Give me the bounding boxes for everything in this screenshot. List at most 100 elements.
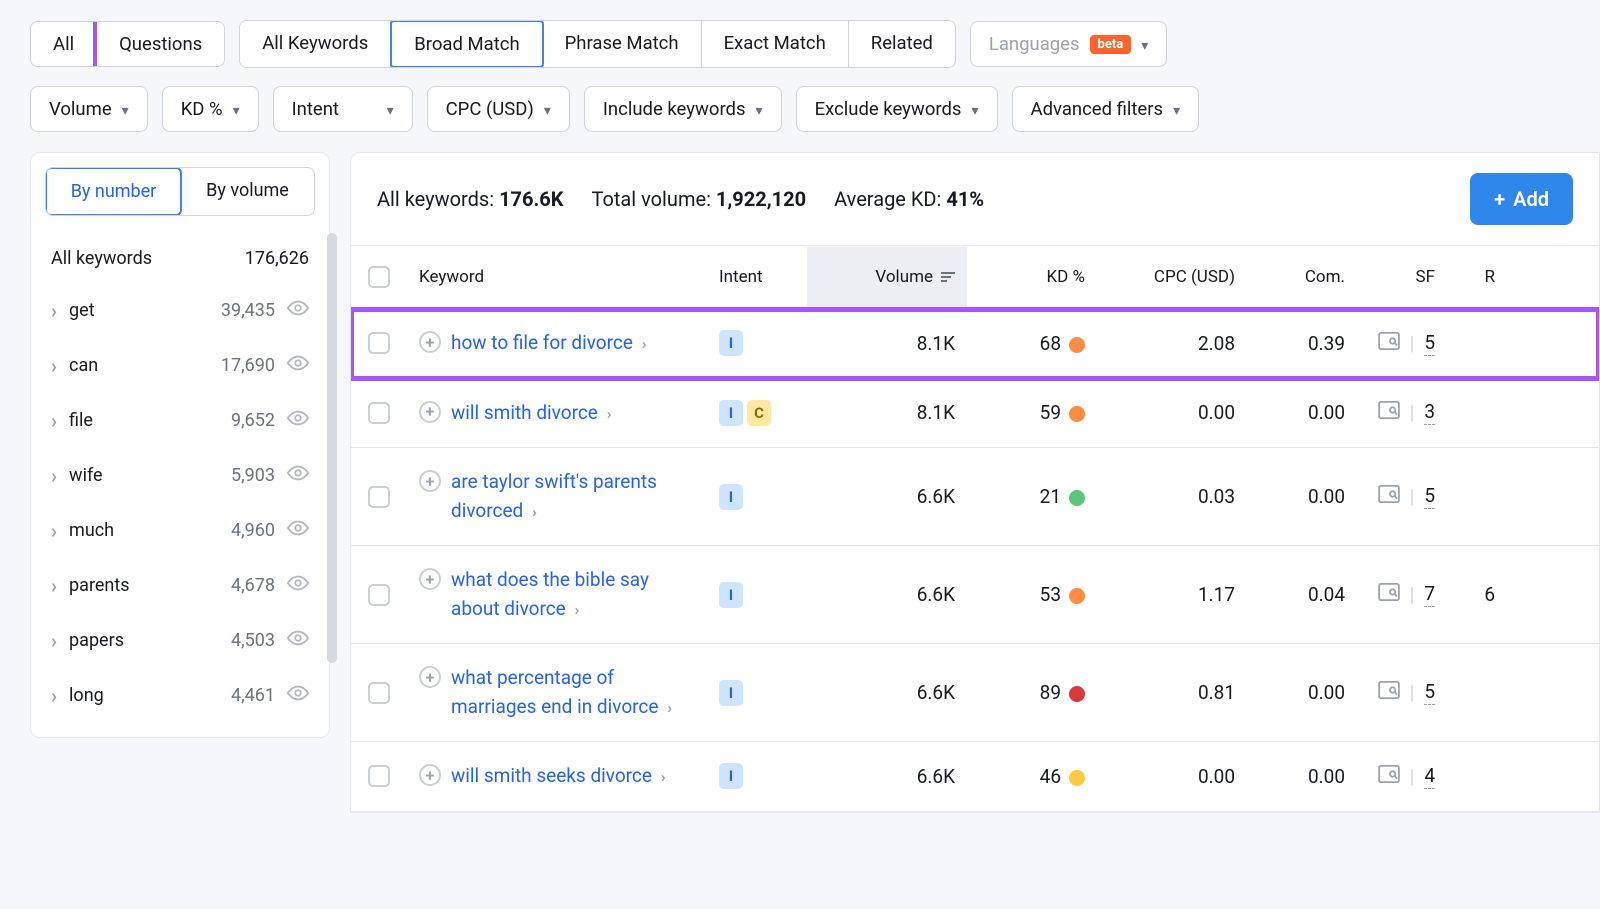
sf-value: 5: [1424, 680, 1435, 705]
col-volume[interactable]: Volume: [807, 247, 967, 307]
row-checkbox[interactable]: [368, 682, 390, 704]
tab-all-keywords[interactable]: All Keywords: [240, 21, 391, 67]
double-chevron-icon[interactable]: ››: [532, 503, 533, 521]
col-com[interactable]: Com.: [1247, 247, 1357, 307]
row-checkbox[interactable]: [368, 584, 390, 606]
sort-by-number[interactable]: By number: [45, 167, 182, 216]
serp-icon[interactable]: [1378, 681, 1400, 704]
chevron-down-icon: [387, 98, 394, 120]
col-kd[interactable]: KD %: [967, 247, 1097, 307]
filter-intent[interactable]: Intent: [273, 86, 413, 132]
sidebar-item[interactable]: file 9,652: [45, 393, 315, 448]
filter-kd[interactable]: KD %: [162, 86, 259, 132]
tab-exact-match[interactable]: Exact Match: [702, 21, 849, 67]
sort-by-volume[interactable]: By volume: [181, 168, 314, 215]
kd-difficulty-dot: [1069, 490, 1085, 506]
eye-icon[interactable]: [287, 462, 309, 489]
expand-icon[interactable]: +: [419, 331, 441, 353]
intent-badge-i: I: [719, 400, 743, 426]
scrollbar[interactable]: [327, 233, 337, 663]
col-keyword[interactable]: Keyword: [407, 247, 707, 307]
sidebar-all-keywords[interactable]: All keywords 176,626: [45, 234, 315, 283]
chevron-right-icon: [51, 684, 57, 708]
double-chevron-icon[interactable]: ››: [607, 405, 608, 423]
cpc-value: 2.08: [1097, 332, 1247, 355]
eye-icon[interactable]: [287, 572, 309, 599]
eye-icon[interactable]: [287, 517, 309, 544]
filter-cpc[interactable]: CPC (USD): [427, 86, 570, 132]
col-r[interactable]: R: [1447, 247, 1507, 307]
cpc-value: 1.17: [1097, 583, 1247, 606]
sidebar-item-term: get: [69, 300, 95, 321]
serp-icon[interactable]: [1378, 401, 1400, 424]
tab-related[interactable]: Related: [849, 21, 955, 67]
kd-difficulty-dot: [1069, 337, 1085, 353]
double-chevron-icon[interactable]: ››: [642, 335, 643, 353]
col-intent[interactable]: Intent: [707, 247, 807, 307]
keyword-link[interactable]: how to file for divorce: [451, 331, 633, 354]
expand-icon[interactable]: +: [419, 568, 441, 590]
expand-icon[interactable]: +: [419, 764, 441, 786]
eye-icon[interactable]: [287, 352, 309, 379]
tab-all[interactable]: All: [31, 22, 97, 66]
serp-icon[interactable]: [1378, 332, 1400, 355]
kd-value: 59: [967, 401, 1097, 424]
table-row: + how to file for divorce ›› I 8.1K 68 2…: [351, 309, 1599, 379]
eye-icon[interactable]: [287, 627, 309, 654]
sf-value: 3: [1424, 400, 1435, 425]
sidebar-item[interactable]: papers 4,503: [45, 613, 315, 668]
volume-value: 8.1K: [807, 401, 967, 424]
tab-questions[interactable]: Questions: [93, 21, 225, 67]
table-row: + what percentage of marriages end in di…: [351, 644, 1599, 742]
double-chevron-icon[interactable]: ››: [667, 699, 668, 717]
col-cpc[interactable]: CPC (USD): [1097, 247, 1247, 307]
row-checkbox[interactable]: [368, 332, 390, 354]
keyword-link[interactable]: will smith divorce: [451, 401, 598, 424]
col-sf[interactable]: SF: [1357, 247, 1447, 307]
kd-difficulty-dot: [1069, 686, 1085, 702]
expand-icon[interactable]: +: [419, 666, 441, 688]
eye-icon[interactable]: [287, 297, 309, 324]
keyword-link[interactable]: what percentage of marriages end in divo…: [451, 666, 658, 718]
filter-advanced[interactable]: Advanced filters: [1012, 86, 1200, 132]
double-chevron-icon[interactable]: ››: [574, 601, 575, 619]
sidebar-item-count: 4,678: [231, 575, 275, 596]
serp-icon[interactable]: [1378, 765, 1400, 788]
sidebar-item[interactable]: wife 5,903: [45, 448, 315, 503]
double-chevron-icon[interactable]: ››: [661, 768, 662, 786]
row-checkbox[interactable]: [368, 402, 390, 424]
chevron-right-icon: [51, 409, 57, 433]
serp-icon[interactable]: [1378, 485, 1400, 508]
row-checkbox[interactable]: [368, 765, 390, 787]
sidebar-item[interactable]: long 4,461: [45, 668, 315, 723]
eye-icon[interactable]: [287, 407, 309, 434]
sidebar-item-count: 9,652: [231, 410, 275, 431]
table-row: + are taylor swift's parents divorced ››…: [351, 448, 1599, 546]
table-header: Keyword Intent Volume KD % CPC (USD) Com…: [351, 245, 1599, 309]
keyword-link[interactable]: will smith seeks divorce: [451, 764, 652, 787]
filter-exclude[interactable]: Exclude keywords: [796, 86, 998, 132]
row-checkbox[interactable]: [368, 486, 390, 508]
keyword-link[interactable]: what does the bible say about divorce: [451, 568, 649, 620]
cpc-value: 0.00: [1097, 765, 1247, 788]
filter-volume[interactable]: Volume: [30, 86, 148, 132]
com-value: 0.00: [1247, 401, 1357, 424]
expand-icon[interactable]: +: [419, 401, 441, 423]
add-button[interactable]: +Add: [1470, 173, 1573, 225]
sidebar-item[interactable]: can 17,690: [45, 338, 315, 393]
eye-icon[interactable]: [287, 682, 309, 709]
tab-phrase-match[interactable]: Phrase Match: [543, 21, 702, 67]
serp-icon[interactable]: [1378, 583, 1400, 606]
sidebar-item-count: 4,503: [231, 630, 275, 651]
volume-value: 8.1K: [807, 332, 967, 355]
filter-include[interactable]: Include keywords: [584, 86, 782, 132]
sidebar-item[interactable]: parents 4,678: [45, 558, 315, 613]
sidebar-item[interactable]: get 39,435: [45, 283, 315, 338]
select-all-checkbox[interactable]: [368, 266, 390, 288]
sidebar-item[interactable]: much 4,960: [45, 503, 315, 558]
expand-icon[interactable]: +: [419, 470, 441, 492]
tab-broad-match[interactable]: Broad Match: [390, 20, 543, 68]
keyword-link[interactable]: are taylor swift's parents divorced: [451, 470, 657, 522]
kd-value: 46: [967, 765, 1097, 788]
languages-dropdown[interactable]: Languages beta: [970, 21, 1167, 67]
